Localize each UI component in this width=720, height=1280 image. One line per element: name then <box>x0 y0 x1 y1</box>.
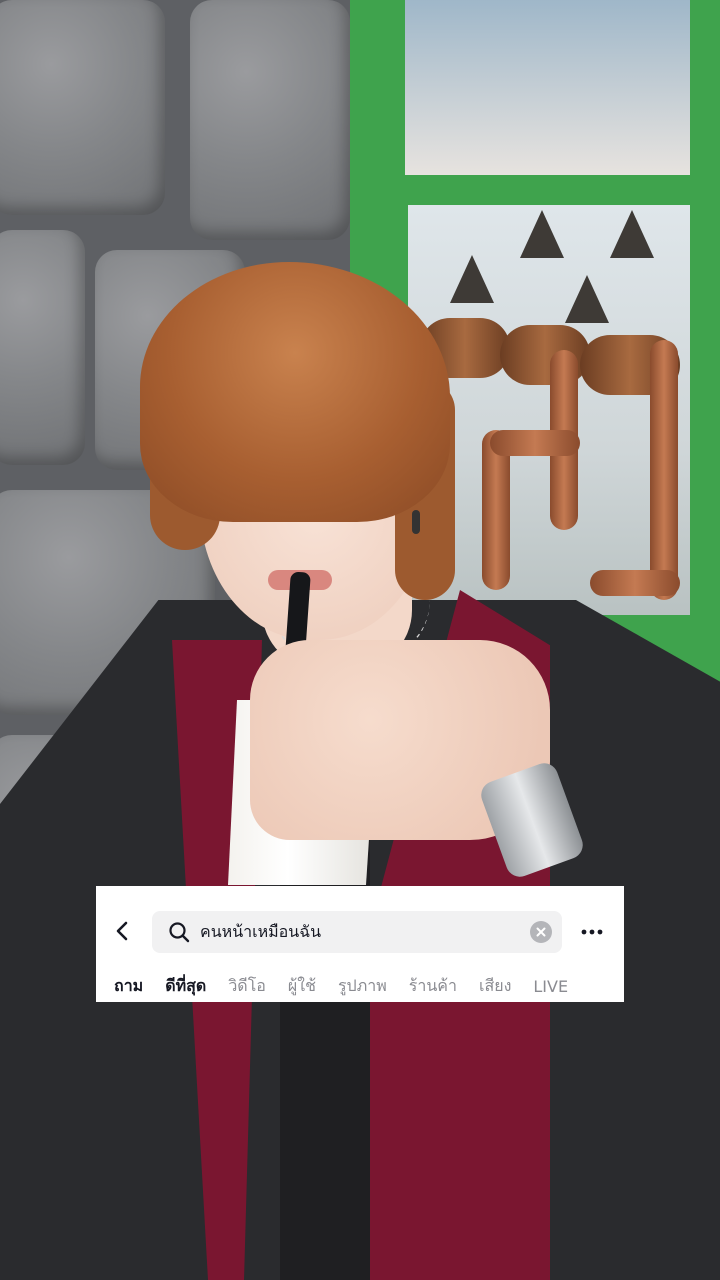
wizard-hat <box>610 210 654 258</box>
search-input[interactable] <box>200 922 530 942</box>
more-horizontal-icon <box>581 929 603 935</box>
search-result-tabs: ถาม ดีที่สุด วิดีโอ ผู้ใช้ รูปภาพ ร้านค้… <box>96 970 624 1002</box>
wizard-hat <box>520 210 564 258</box>
copper-pipe <box>590 570 680 596</box>
copper-pipe <box>650 340 678 600</box>
search-bar[interactable] <box>152 911 562 953</box>
earring <box>412 510 420 534</box>
clear-search-button[interactable] <box>530 921 552 943</box>
tab-live[interactable]: LIVE <box>522 977 579 996</box>
wall-stone <box>0 0 165 215</box>
tab-sounds[interactable]: เสียง <box>468 974 522 999</box>
tab-shop[interactable]: ร้านค้า <box>398 974 468 999</box>
chevron-left-icon <box>116 921 128 941</box>
back-button[interactable] <box>106 914 140 948</box>
tab-ask[interactable]: ถาม <box>96 974 154 999</box>
clear-circle-icon <box>536 927 546 937</box>
background-photo <box>0 0 720 1280</box>
tab-users[interactable]: ผู้ใช้ <box>277 974 327 999</box>
tab-videos[interactable]: วิดีโอ <box>217 974 277 999</box>
wizard-hat <box>565 275 609 323</box>
tab-photos[interactable]: รูปภาพ <box>327 974 398 999</box>
copper-pipe <box>490 430 580 456</box>
more-options-button[interactable] <box>574 916 610 948</box>
wall-stone <box>0 230 85 465</box>
wall-stone <box>190 0 350 240</box>
window-pane <box>405 0 690 175</box>
search-icon <box>166 919 192 945</box>
search-header-card: ถาม ดีที่สุด วิดีโอ ผู้ใช้ รูปภาพ ร้านค้… <box>96 886 624 1002</box>
tab-top[interactable]: ดีที่สุด <box>154 974 217 999</box>
wizard-hat <box>450 255 494 303</box>
